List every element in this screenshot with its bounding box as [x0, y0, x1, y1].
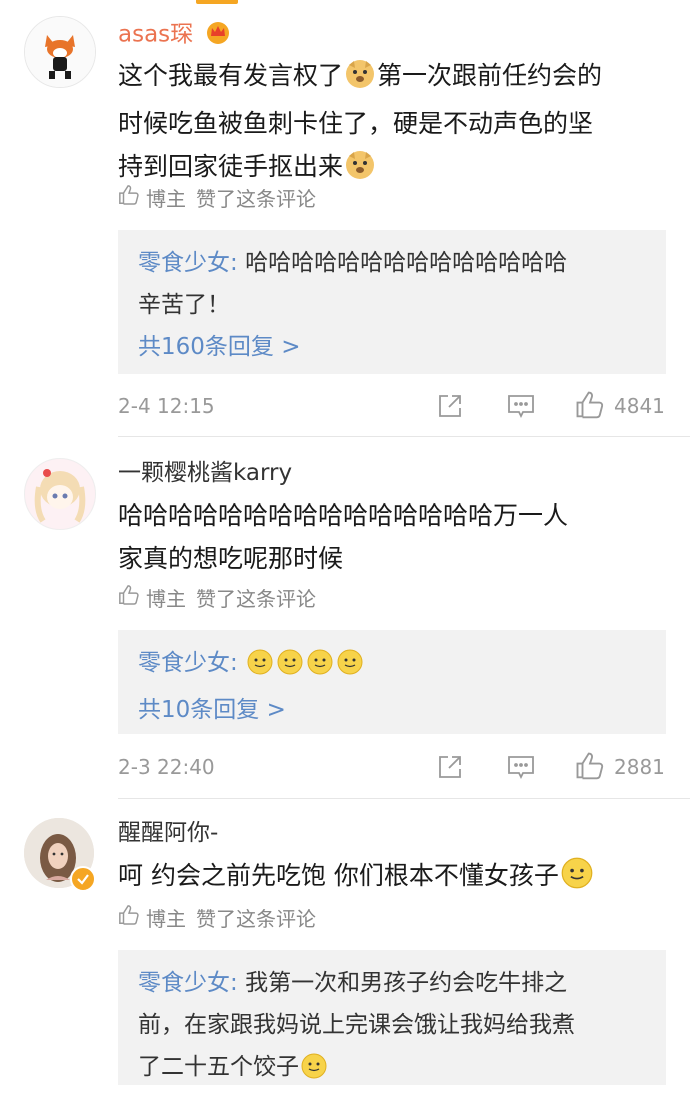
comment-line: 呵 约会之前先吃饱 你们根本不懂女孩子	[118, 861, 559, 890]
comment-line: 持到回家徒手抠出来	[118, 152, 344, 181]
author-liked: 博主 赞了这条评论	[118, 584, 316, 613]
username[interactable]: 醒醒阿你-	[118, 818, 218, 848]
like-icon[interactable]	[574, 390, 606, 424]
reply-text: 了二十五个饺子	[138, 1054, 299, 1080]
reply-line: 了二十五个饺子	[138, 1046, 646, 1093]
smile-emoji-icon	[301, 1051, 327, 1093]
comment-line: 哈哈哈哈哈哈哈哈哈哈哈哈哈哈哈万一人	[118, 501, 569, 530]
reply-text: 我第一次和男孩子约会吃牛排之	[245, 970, 568, 996]
avatar[interactable]	[24, 458, 96, 530]
like-icon[interactable]	[574, 751, 606, 785]
username-text[interactable]: asas琛	[118, 22, 193, 48]
avatar[interactable]	[24, 16, 96, 88]
reply-preview[interactable]: 零食少女: 哈哈哈哈哈哈哈哈哈哈哈哈哈哈 辛苦了！ 共160条回复 >	[118, 230, 666, 374]
comment-text: 哈哈哈哈哈哈哈哈哈哈哈哈哈哈哈万一人 家真的想吃呢那时候	[118, 494, 658, 580]
comment-line: 家真的想吃呢那时候	[118, 544, 344, 573]
reply-author[interactable]: 零食少女:	[138, 250, 238, 276]
doge-emoji-icon	[345, 59, 375, 102]
comment-line: 这个我最有发言权了	[118, 61, 344, 90]
anime-girl-avatar-icon	[25, 459, 95, 529]
timestamp: 2-4 12:15	[118, 394, 215, 418]
reply-text: 辛苦了！	[138, 292, 230, 318]
username-text[interactable]: 一颗樱桃酱karry	[118, 460, 292, 486]
comment-meta: 2-3 22:40 2881	[118, 751, 666, 783]
vip-crown-icon	[204, 18, 232, 52]
author-liked: 博主 赞了这条评论	[118, 904, 316, 933]
liked-text: 赞了这条评论	[196, 906, 316, 931]
reply-preview[interactable]: 零食少女: 共10条回复 >	[118, 630, 666, 734]
comment-icon[interactable]	[506, 754, 536, 784]
tab-indicator	[196, 0, 238, 4]
username[interactable]: 一颗樱桃酱karry	[118, 458, 292, 488]
reply-author[interactable]: 零食少女:	[138, 970, 238, 996]
reply-line: 零食少女: 我第一次和男孩子约会吃牛排之	[138, 962, 646, 1004]
username[interactable]: asas琛	[118, 18, 232, 52]
smile-emoji-icon	[337, 647, 363, 689]
liked-by: 博主	[146, 186, 186, 211]
smile-emoji-icon	[277, 647, 303, 689]
reply-author[interactable]: 零食少女:	[138, 650, 238, 676]
share-icon[interactable]	[436, 753, 464, 785]
doge-emoji-icon	[345, 150, 375, 193]
comment-icon[interactable]	[506, 393, 536, 423]
reply-preview[interactable]: 零食少女: 我第一次和男孩子约会吃牛排之 前，在家跟我妈说上完课会饿让我妈给我煮…	[118, 950, 666, 1085]
comment-text: 这个我最有发言权了 第一次跟前任约会的 时候吃鱼被鱼刺卡住了，硬是不动声色的坚 持…	[118, 54, 658, 193]
like-count: 2881	[614, 755, 665, 779]
smile-emoji-icon	[307, 647, 333, 689]
timestamp: 2-3 22:40	[118, 755, 215, 779]
thumb-up-outline-icon	[118, 904, 140, 933]
liked-text: 赞了这条评论	[196, 586, 316, 611]
liked-text: 赞了这条评论	[196, 186, 316, 211]
reply-line: 零食少女:	[138, 642, 646, 689]
like-count: 4841	[614, 394, 665, 418]
thumb-up-outline-icon	[118, 584, 140, 613]
comment-text: 呵 约会之前先吃饱 你们根本不懂女孩子	[118, 854, 658, 902]
comment-line: 时候吃鱼被鱼刺卡住了，硬是不动声色的坚	[118, 109, 594, 138]
verified-badge-icon	[70, 866, 96, 892]
comment-line: 第一次跟前任约会的	[377, 61, 603, 90]
smile-emoji-icon	[247, 647, 273, 689]
reply-text: 哈哈哈哈哈哈哈哈哈哈哈哈哈哈	[245, 250, 568, 276]
view-replies-link[interactable]: 共10条回复 >	[138, 689, 646, 731]
liked-by: 博主	[146, 586, 186, 611]
liked-by: 博主	[146, 906, 186, 931]
comment-meta: 2-4 12:15 4841	[118, 390, 666, 422]
username-text[interactable]: 醒醒阿你-	[118, 820, 218, 846]
thumb-up-outline-icon	[118, 184, 140, 213]
smile-emoji-icon	[561, 857, 593, 902]
reply-text: 前，在家跟我妈说上完课会饿让我妈给我煮	[138, 1012, 575, 1038]
reply-line: 零食少女: 哈哈哈哈哈哈哈哈哈哈哈哈哈哈	[138, 242, 646, 284]
author-liked: 博主 赞了这条评论	[118, 184, 316, 213]
divider	[118, 436, 690, 437]
view-replies-link[interactable]: 共160条回复 >	[138, 326, 646, 368]
divider	[118, 798, 690, 799]
share-icon[interactable]	[436, 392, 464, 424]
fox-avatar-icon	[25, 17, 95, 87]
